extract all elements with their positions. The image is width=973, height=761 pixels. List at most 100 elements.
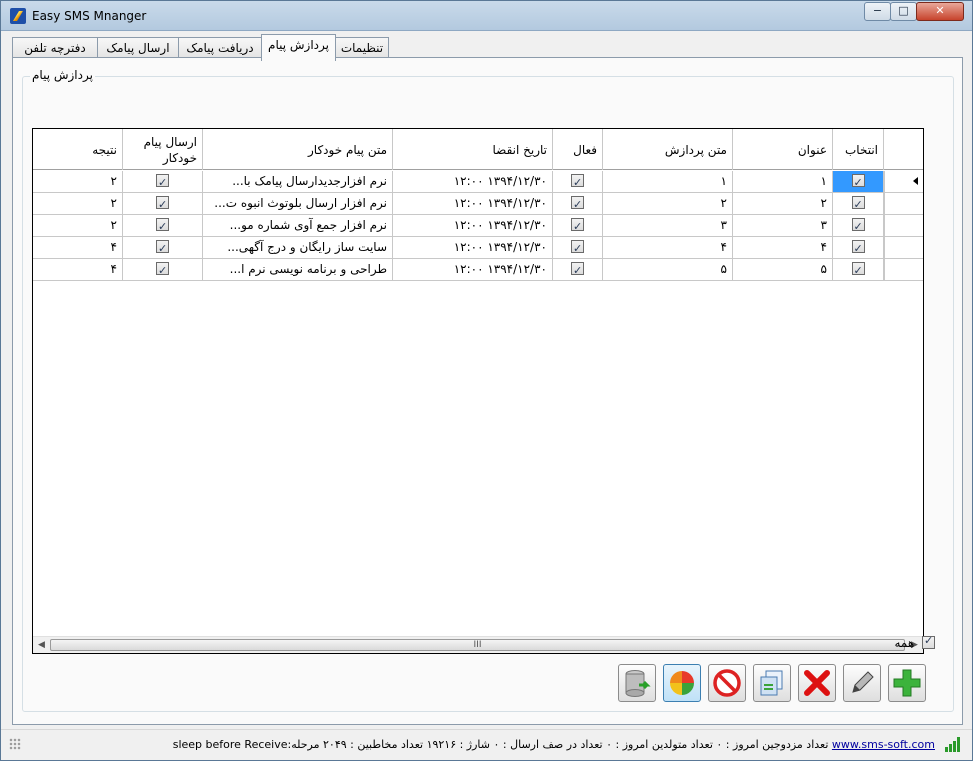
cell-expire[interactable]: ۱۳۹۴/۱۲/۳۰ ۱۲:۰۰ [393,237,553,258]
copy-button[interactable] [753,664,791,702]
cell-select[interactable] [833,215,884,236]
checkbox-active[interactable] [571,260,584,280]
cell-auto-send[interactable] [123,237,203,258]
stop-button[interactable] [708,664,746,702]
table-row[interactable]: ۲ نرم افزار ارسال بلوتوث انبوه ت... ۱۳۹۴/۱… [33,193,923,215]
cell-processing-text[interactable]: ۲ [603,193,733,214]
checkbox-select[interactable] [851,238,865,258]
checkbox-select[interactable] [851,260,865,280]
title-bar[interactable]: Easy SMS Mnanger − □ ✕ [1,1,972,31]
checkbox-active[interactable] [571,216,584,236]
cell-title[interactable]: ۲ [733,193,833,214]
checkbox-select[interactable] [851,194,865,214]
checkbox-auto-send[interactable] [156,216,169,236]
cell-expire[interactable]: ۱۳۹۴/۱۲/۳۰ ۱۲:۰۰ [393,215,553,236]
column-header-auto-send[interactable]: ارسال پیام خودکار [123,129,203,170]
table-row[interactable]: ۴ سایت ساز رایگان و درج آگهی... ۱۳۹۴/۱۲/۳۰… [33,237,923,259]
cell-processing-text[interactable]: ۵ [603,259,733,280]
delete-button[interactable] [798,664,836,702]
cell-active[interactable] [553,193,603,214]
horizontal-scrollbar[interactable]: ◀ III ▶ [33,636,923,653]
row-header[interactable] [884,171,923,192]
report-button[interactable] [663,664,701,702]
tab-receive-sms[interactable]: دریافت پیامک [178,37,262,59]
cell-auto-text[interactable]: نرم افزار جمع آوی شماره مو... [203,215,393,236]
row-header[interactable] [884,259,923,280]
cell-title[interactable]: ۴ [733,237,833,258]
scroll-left-icon[interactable]: ◀ [33,637,50,653]
scroll-thumb[interactable]: III [50,639,905,651]
checkbox-select[interactable] [851,172,865,192]
cell-text: ۱۳۹۴/۱۲/۳۰ ۱۲:۰۰ [453,240,547,254]
cell-processing-text[interactable]: ۴ [603,237,733,258]
minimize-button[interactable]: − [864,2,891,21]
row-header[interactable] [884,193,923,214]
column-header-processing-text[interactable]: متن پردازش [603,129,733,170]
cell-auto-send[interactable] [123,215,203,236]
checkbox-active[interactable] [571,238,584,258]
cell-title[interactable]: ۱ [733,171,833,192]
cell-auto-text[interactable]: نرم افزارجدیدارسال پیامک با... [203,171,393,192]
maximize-button[interactable]: □ [890,2,917,21]
resize-grip-icon[interactable] [9,738,21,750]
column-header-auto-text[interactable]: متن پیام خودکار [203,129,393,170]
website-link[interactable]: www.sms-soft.com [832,738,935,751]
cell-result[interactable]: ۴ [33,259,123,280]
edit-button[interactable] [843,664,881,702]
table-row[interactable]: ۲ نرم افزار جمع آوی شماره مو... ۱۳۹۴/۱۲/۳۰… [33,215,923,237]
cell-result[interactable]: ۴ [33,237,123,258]
checkbox-auto-send[interactable] [156,238,169,258]
cell-auto-text[interactable]: سایت ساز رایگان و درج آگهی... [203,237,393,258]
cell-auto-text[interactable]: طراحی و برنامه نویسی نرم ا... [203,259,393,280]
row-header[interactable] [884,237,923,258]
checkbox-active[interactable] [571,194,584,214]
cell-text: ۴ [720,240,727,254]
cell-result[interactable]: ۲ [33,215,123,236]
cell-auto-send[interactable] [123,171,203,192]
cell-active[interactable] [553,259,603,280]
cell-active[interactable] [553,171,603,192]
column-header-result[interactable]: نتیجه [33,129,123,170]
cell-auto-text[interactable]: نرم افزار ارسال بلوتوث انبوه ت... [203,193,393,214]
cell-select[interactable] [833,259,884,280]
cell-select[interactable] [833,193,884,214]
checkbox-auto-send[interactable] [156,260,169,280]
cell-active[interactable] [553,237,603,258]
add-button[interactable] [888,664,926,702]
cell-title[interactable]: ۳ [733,215,833,236]
cell-processing-text[interactable]: ۱ [603,171,733,192]
checkbox-select[interactable] [851,216,865,236]
cell-processing-text[interactable]: ۳ [603,215,733,236]
cell-expire[interactable]: ۱۳۹۴/۱۲/۳۰ ۱۲:۰۰ [393,259,553,280]
cell-active[interactable] [553,215,603,236]
select-all-row[interactable]: همه [875,634,935,652]
rules-grid[interactable]: نتیجه ارسال پیام خودکار متن پیام خودکار … [32,128,924,654]
cell-title[interactable]: ۵ [733,259,833,280]
cell-expire[interactable]: ۱۳۹۴/۱۲/۳۰ ۱۲:۰۰ [393,193,553,214]
cell-select[interactable] [833,237,884,258]
select-all-checkbox[interactable] [922,634,935,649]
cell-result[interactable]: ۲ [33,171,123,192]
tab-message-processing[interactable]: پردازش پیام [261,34,336,61]
checkbox-active[interactable] [571,172,584,192]
checkbox-auto-send[interactable] [156,172,169,192]
import-button[interactable] [618,664,656,702]
column-header-title[interactable]: عنوان [733,129,833,170]
cell-result[interactable]: ۲ [33,193,123,214]
row-header[interactable] [884,215,923,236]
cell-auto-send[interactable] [123,259,203,280]
close-button[interactable]: ✕ [916,2,964,21]
column-header-active[interactable]: فعال [553,129,603,170]
cell-auto-send[interactable] [123,193,203,214]
table-row[interactable]: ۴ طراحی و برنامه نویسی نرم ا... ۱۳۹۴/۱۲/۳۰… [33,259,923,281]
checkbox-auto-send[interactable] [156,194,169,214]
table-row[interactable]: ۲ نرم افزارجدیدارسال پیامک با... ۱۳۹۴/۱۲/۳… [33,171,923,193]
column-header-select[interactable]: انتخاب [833,129,884,170]
tab-settings[interactable]: تنظیمات [335,37,389,59]
cell-select[interactable] [833,171,884,192]
column-header-expire[interactable]: تاریخ انقضا [393,129,553,170]
tab-phonebook[interactable]: دفترچه تلفن [12,37,98,59]
tab-send-sms[interactable]: ارسال پیامک [97,37,179,59]
tab-panel-processing: پردازش پیام نتیجه ارسال پیام خودکار متن … [12,57,963,725]
cell-expire[interactable]: ۱۳۹۴/۱۲/۳۰ ۱۲:۰۰ [393,171,553,192]
